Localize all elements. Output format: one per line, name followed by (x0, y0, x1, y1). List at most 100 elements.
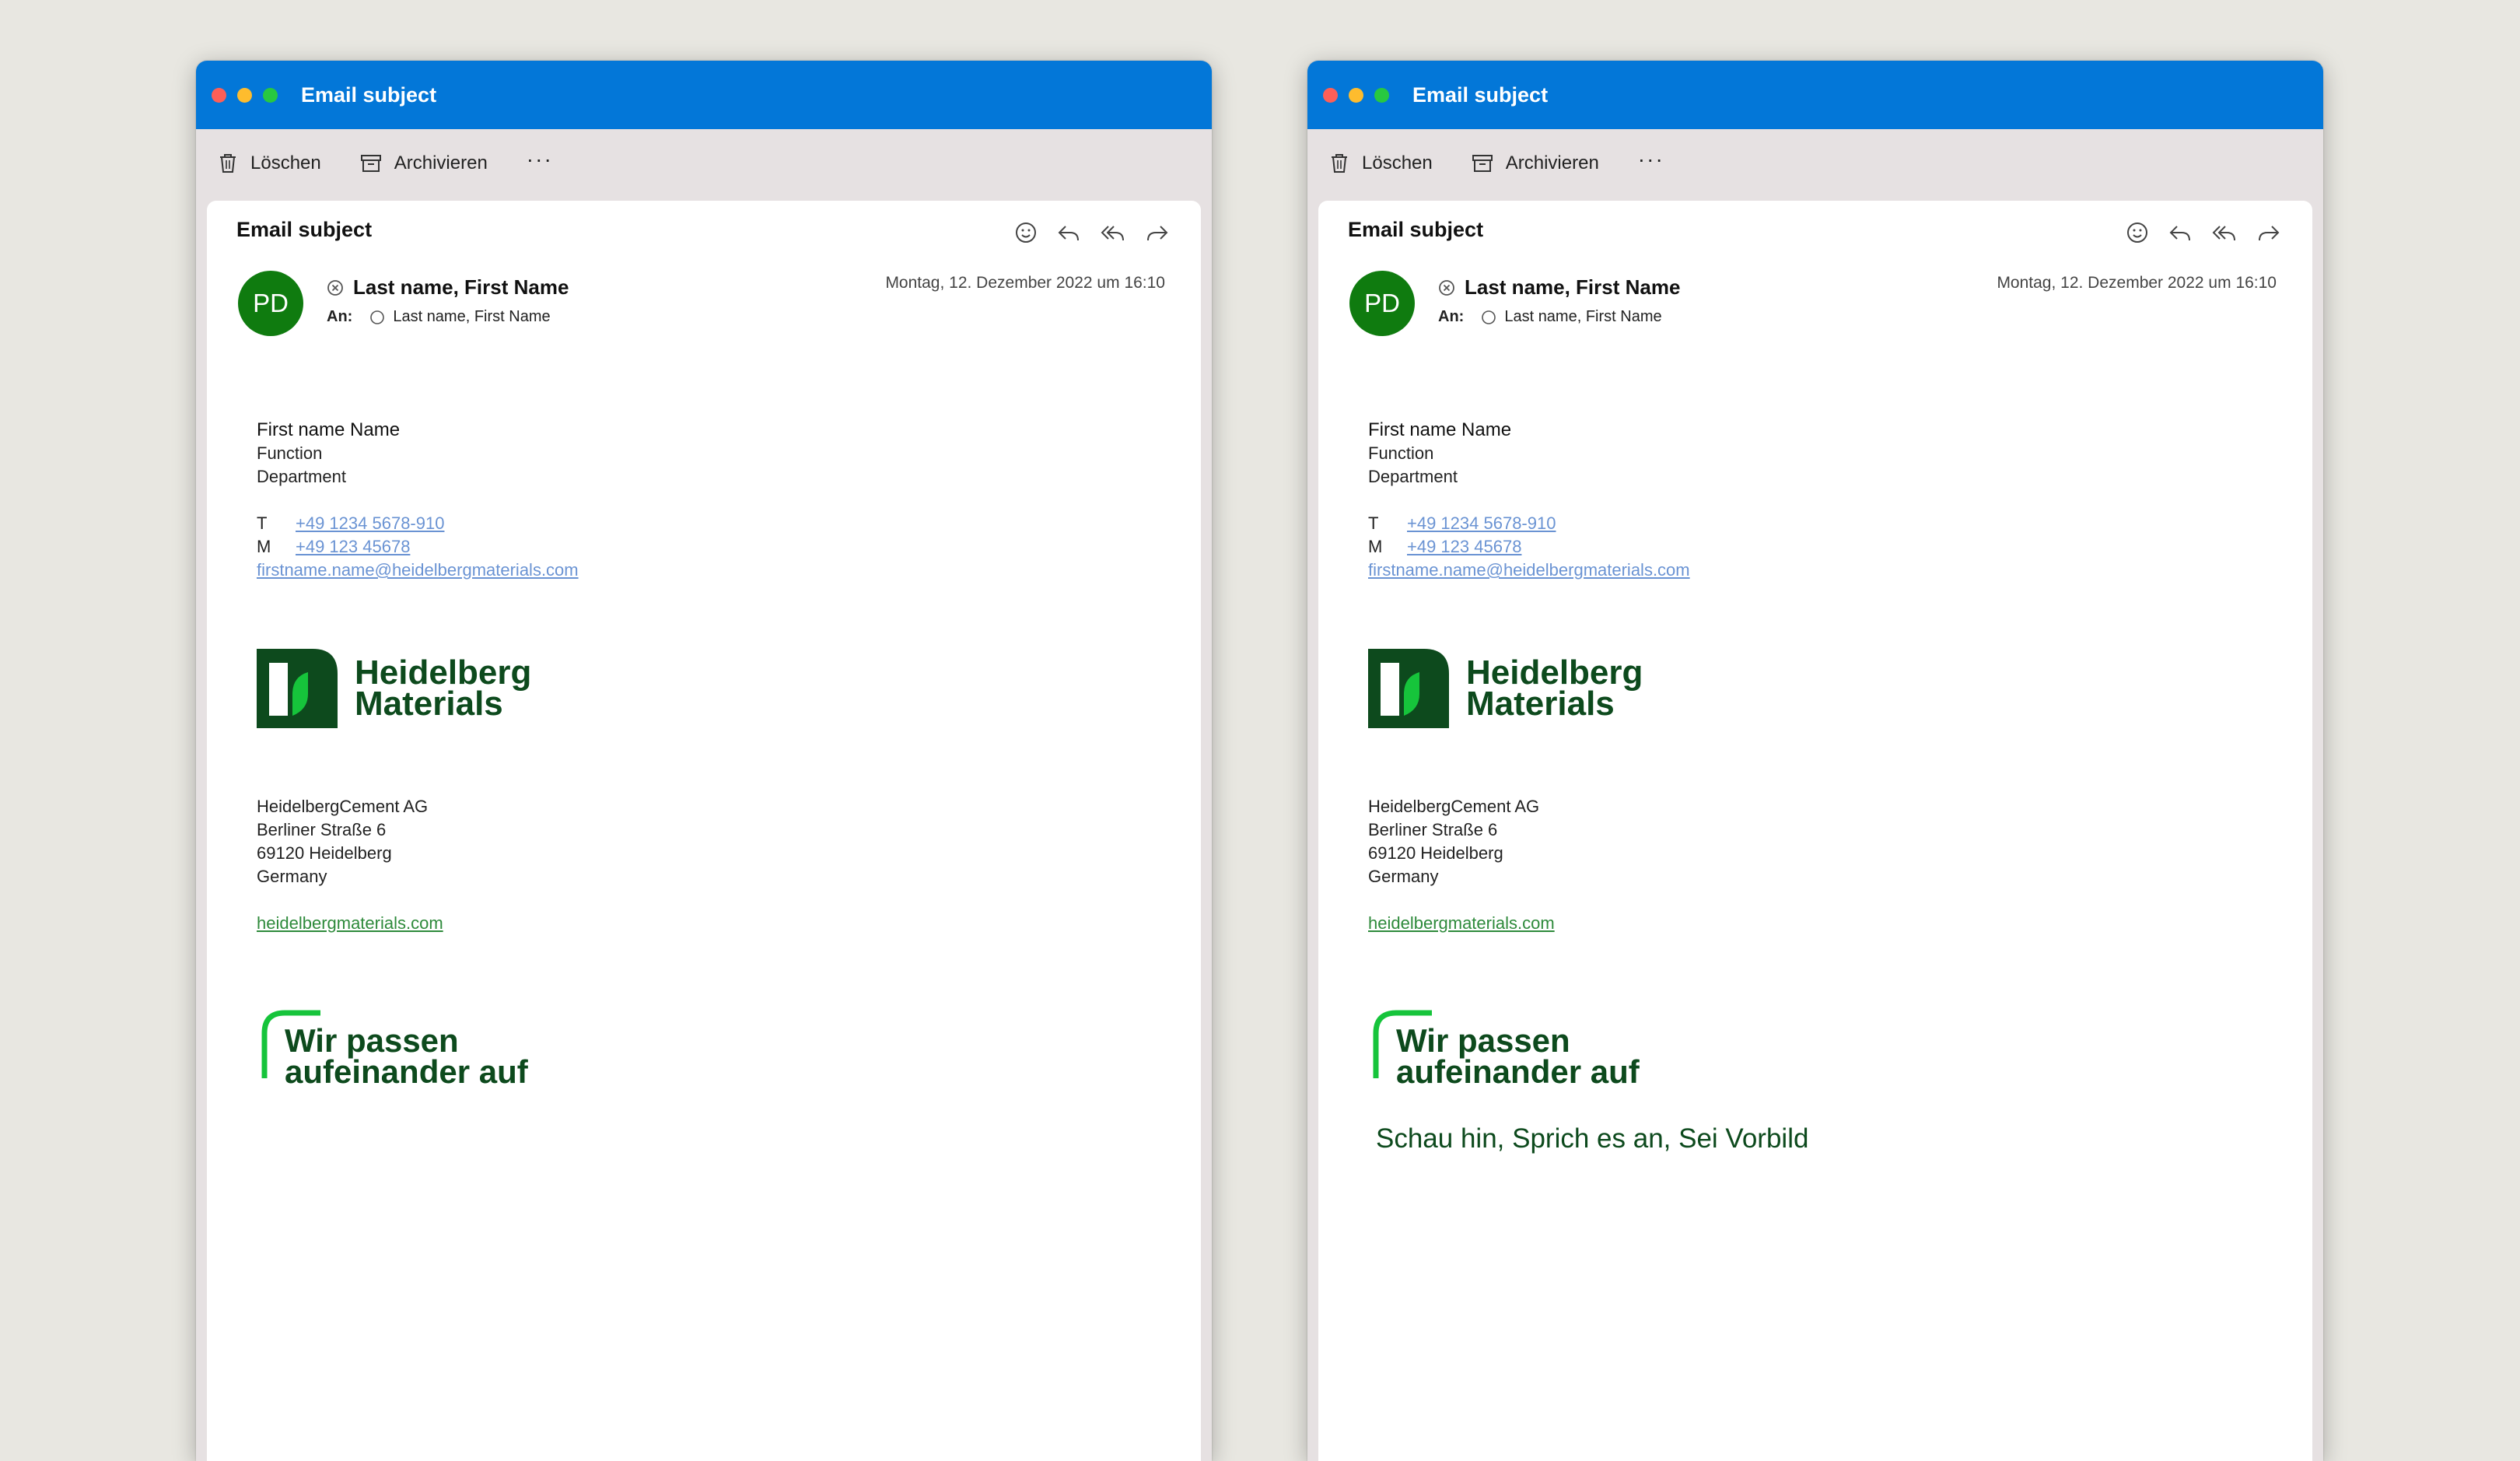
avatar: PD (238, 271, 303, 336)
company-country: Germany (257, 867, 327, 886)
forward-icon[interactable] (1145, 221, 1170, 244)
logo-line1: Heidelberg (1466, 653, 1643, 692)
more-button[interactable]: ··· (527, 147, 553, 172)
to-label: An: (1438, 308, 1465, 325)
titlebar[interactable]: Email subject (196, 61, 1212, 129)
company-street: Berliner Straße 6 (257, 820, 387, 839)
reading-pane: Email subject PD Last name, First Name A… (1318, 201, 2312, 1461)
delete-label: Löschen (1362, 152, 1433, 173)
logo-line2: Materials (355, 685, 503, 723)
logo-wordmark: Heidelberg Materials (355, 653, 532, 723)
window-controls (1323, 87, 1389, 103)
avatar: PD (1349, 271, 1415, 336)
slogan-text: Wir passen aufeinander auf (285, 1025, 528, 1088)
phone-link[interactable]: +49 1234 5678-910 (1407, 512, 1556, 535)
toolbar: Löschen Archivieren ··· (1307, 129, 2323, 198)
signature-function: Function (257, 443, 323, 463)
email-link[interactable]: firstname.name@heidelbergmaterials.com (1368, 560, 1690, 580)
signature-department: Department (257, 467, 346, 486)
archive-label: Archivieren (394, 152, 488, 173)
sender[interactable]: Last name, First Name (327, 275, 569, 300)
forward-icon[interactable] (2256, 221, 2281, 244)
sender-name: Last name, First Name (1465, 275, 1681, 299)
emoji-icon[interactable] (2126, 221, 2149, 244)
message-subject: Email subject (236, 218, 373, 241)
reply-all-icon[interactable] (2211, 221, 2238, 244)
website-link[interactable]: heidelbergmaterials.com (1368, 913, 1555, 933)
company-name: HeidelbergCement AG (1368, 797, 1540, 816)
claim-text: Schau hin, Sprich es an, Sei Vorbild (1376, 1123, 1809, 1154)
company-city: 69120 Heidelberg (1368, 843, 1503, 863)
reading-pane: Email subject PD Last name, First Name A… (207, 201, 1201, 1461)
mail-window-right: Email subject Löschen Archivieren ··· Em… (1307, 61, 2323, 1461)
slogan-line1: Wir passen (1396, 1022, 1570, 1059)
reply-icon[interactable] (1056, 221, 1081, 244)
delete-button[interactable]: Löschen (1329, 152, 1433, 174)
delete-label: Löschen (250, 152, 321, 173)
mobile-label: M (1368, 537, 1383, 556)
recipient-name[interactable]: Last name, First Name (393, 308, 550, 326)
logo-line2: Materials (1466, 685, 1615, 723)
archive-label: Archivieren (1505, 152, 1599, 173)
emoji-icon[interactable] (1014, 221, 1038, 244)
signature-block: First name Name Function Department T +49… (257, 419, 579, 582)
slogan-line2: aufeinander auf (285, 1053, 528, 1090)
signature-function: Function (1368, 443, 1434, 463)
recipients: An: Last name, First Name (1438, 308, 1662, 326)
message-actions (1014, 221, 1170, 244)
brand-logo-icon (1368, 649, 1449, 728)
remove-circle-icon (1439, 279, 1454, 296)
mobile-link[interactable]: +49 123 45678 (296, 535, 410, 559)
titlebar[interactable]: Email subject (1307, 61, 2323, 129)
slogan-line1: Wir passen (285, 1022, 459, 1059)
logo-wordmark: Heidelberg Materials (1466, 653, 1643, 723)
brand-logo-icon (257, 649, 338, 728)
zoom-window-button[interactable] (1374, 87, 1389, 103)
company-address: HeidelbergCement AG Berliner Straße 6 69… (1368, 795, 1555, 935)
to-label: An: (327, 308, 353, 325)
mobile-link[interactable]: +49 123 45678 (1407, 535, 1521, 559)
archive-icon (1472, 155, 1493, 172)
message-subject: Email subject (1348, 218, 1484, 241)
company-country: Germany (1368, 867, 1439, 886)
reply-all-icon[interactable] (1100, 221, 1126, 244)
signature-block: First name Name Function Department T +49… (1368, 419, 1690, 582)
recipient-circle-icon (370, 310, 385, 324)
message-date: Montag, 12. Dezember 2022 um 16:10 (1997, 274, 2277, 292)
mail-window-left: Email subject Löschen Archivieren ··· Em… (196, 61, 1212, 1461)
archive-button[interactable]: Archivieren (1472, 152, 1599, 174)
sender[interactable]: Last name, First Name (1438, 275, 1680, 300)
remove-circle-icon (327, 279, 343, 296)
slogan-line2: aufeinander auf (1396, 1053, 1640, 1090)
phone-label: T (1368, 513, 1379, 533)
recipient-name[interactable]: Last name, First Name (1504, 308, 1661, 326)
reply-icon[interactable] (2168, 221, 2193, 244)
recipients: An: Last name, First Name (327, 308, 551, 326)
website-link[interactable]: heidelbergmaterials.com (257, 913, 443, 933)
archive-icon (360, 155, 381, 172)
email-link[interactable]: firstname.name@heidelbergmaterials.com (257, 560, 579, 580)
heidelberg-materials-logo: Heidelberg Materials (257, 649, 531, 728)
zoom-window-button[interactable] (263, 87, 278, 103)
company-address: HeidelbergCement AG Berliner Straße 6 69… (257, 795, 443, 935)
minimize-window-button[interactable] (237, 87, 252, 103)
more-button[interactable]: ··· (1638, 147, 1664, 172)
close-window-button[interactable] (1323, 87, 1338, 103)
trash-icon (1332, 154, 1347, 173)
company-name: HeidelbergCement AG (257, 797, 429, 816)
mobile-label: M (257, 537, 271, 556)
close-window-button[interactable] (212, 87, 226, 103)
minimize-window-button[interactable] (1349, 87, 1363, 103)
toolbar: Löschen Archivieren ··· (196, 129, 1212, 198)
company-city: 69120 Heidelberg (257, 843, 392, 863)
message-actions (2126, 221, 2281, 244)
heidelberg-materials-logo: Heidelberg Materials (1368, 649, 1643, 728)
logo-line1: Heidelberg (355, 653, 532, 692)
sender-name: Last name, First Name (353, 275, 569, 299)
phone-label: T (257, 513, 268, 533)
window-title: Email subject (301, 82, 437, 107)
delete-button[interactable]: Löschen (218, 152, 321, 174)
archive-button[interactable]: Archivieren (360, 152, 488, 174)
company-street: Berliner Straße 6 (1368, 820, 1498, 839)
phone-link[interactable]: +49 1234 5678-910 (296, 512, 444, 535)
